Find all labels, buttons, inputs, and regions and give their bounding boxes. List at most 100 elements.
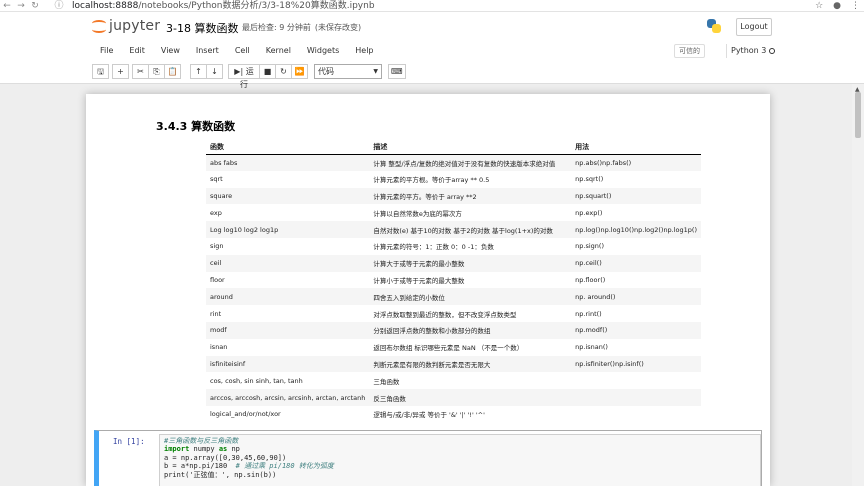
code-line-2-alias: np bbox=[227, 445, 240, 454]
kernel-indicator: Python 3 bbox=[726, 44, 779, 58]
cell-function: sign bbox=[210, 242, 224, 251]
table-row: isfiniteisinf 判断元素是有限的数判断元素是否无限大 np.isfini… bbox=[206, 355, 701, 373]
run-button[interactable]: ▶| 运行 bbox=[228, 64, 260, 89]
menu-view[interactable]: View bbox=[153, 42, 188, 60]
menu-insert[interactable]: Insert bbox=[188, 42, 227, 60]
table-row: abs fabs 计算 整型/浮点/复数的绝对值对于没有复数的快速版本求绝对值 np… bbox=[206, 154, 701, 171]
menu-kernel[interactable]: Kernel bbox=[258, 42, 299, 60]
address-bar[interactable]: localhost:8888/notebooks/Python数据分析/3/3-… bbox=[72, 0, 375, 12]
site-info-icon[interactable]: ⓘ bbox=[52, 0, 66, 12]
kernel-name: Python 3 bbox=[731, 46, 767, 55]
url-host: localhost:8888 bbox=[72, 1, 139, 11]
notebook-title[interactable]: 3-18 算数函数 bbox=[166, 20, 238, 36]
menu-help[interactable]: Help bbox=[347, 42, 381, 60]
account-icon[interactable]: ● bbox=[833, 1, 841, 11]
run-group: ▶| 运行 ■ ↻ ⏩ bbox=[228, 64, 308, 89]
cell-function: cos, cosh, sin sinh, tan, tanh bbox=[210, 376, 303, 385]
section-heading: 3.4.3 算数函数 bbox=[156, 120, 236, 133]
add-cell-icon[interactable]: + bbox=[112, 64, 129, 79]
code-editor[interactable]: #三角函数与反三角函数 import numpy as np a = np.ar… bbox=[159, 434, 761, 486]
table-row: isnan 返回布尔数组 标识哪些元素是 NaN （不是一个数） np.isnan(… bbox=[206, 339, 701, 356]
table-row: square 计算元素的平方。等价于 array **2 np.squart() bbox=[206, 187, 701, 205]
keyboard-icon[interactable]: ⌨ bbox=[388, 64, 406, 79]
paste-icon[interactable]: 📋 bbox=[164, 64, 181, 79]
code-as-kw: as bbox=[218, 445, 228, 454]
page-scrollbar[interactable]: ▲ bbox=[852, 84, 864, 486]
cell-description: 判断元素是有限的数判断元素是否无限大 bbox=[369, 355, 572, 373]
code-cell[interactable]: In [1]: #三角函数与反三角函数 import numpy as np a… bbox=[94, 430, 762, 486]
cell-function: square bbox=[206, 187, 370, 205]
cell-usage: np.modf() bbox=[571, 321, 701, 339]
cell-usage: np.exp() bbox=[575, 208, 603, 217]
cell-prompt: In [1]: bbox=[113, 437, 145, 446]
table-row: around 四舍五入到给定的小数位 np. around() bbox=[206, 288, 701, 306]
jupyter-logo[interactable]: jupyter bbox=[92, 18, 160, 34]
header-description: 描述 bbox=[369, 140, 572, 155]
cell-usage: np.rint() bbox=[575, 309, 602, 318]
cell-usage: np.sign() bbox=[575, 242, 604, 251]
jupyter-logo-text: jupyter bbox=[109, 18, 161, 34]
reload-icon[interactable]: ↻ bbox=[28, 0, 42, 12]
checkpoint-status: 最后检查: 9 分钟前 (未保存改变) bbox=[242, 22, 365, 33]
code-line-4-comment: # 通过乘 pi/180 转化为弧度 bbox=[235, 462, 334, 471]
insert-group: + bbox=[112, 64, 129, 79]
cell-type-value: 代码 bbox=[318, 67, 334, 76]
checkpoint-label: 最后检查: 9 分钟前 bbox=[242, 23, 311, 32]
kernel-idle-icon bbox=[769, 48, 776, 54]
cell-function: modf bbox=[206, 321, 370, 339]
scrollbar-thumb[interactable] bbox=[855, 92, 861, 138]
bookmark-star-icon[interactable]: ☆ bbox=[815, 1, 823, 11]
restart-icon[interactable]: ↻ bbox=[275, 64, 292, 79]
chevron-down-icon: ▼ bbox=[373, 68, 378, 75]
cell-usage: np. around() bbox=[571, 288, 701, 306]
cell-description: 计算以自然常数e为底的幂次方 bbox=[373, 209, 462, 218]
jupyter-logo-icon bbox=[92, 18, 106, 34]
code-line-3: a = np.array([0,30,45,60,90]) bbox=[164, 453, 287, 462]
unsaved-label: (未保存改变) bbox=[314, 23, 362, 32]
cell-usage bbox=[571, 389, 701, 406]
menu-cell[interactable]: Cell bbox=[227, 42, 258, 60]
table-row: ceil 计算大于或等于元素的最小整数 np.ceil() bbox=[206, 254, 701, 272]
restart-run-all-icon[interactable]: ⏩ bbox=[291, 64, 308, 79]
clipboard-group: ✂ ⎘ 📋 bbox=[132, 64, 181, 79]
cell-type-select[interactable]: 代码 ▼ bbox=[314, 64, 382, 79]
cut-icon[interactable]: ✂ bbox=[132, 64, 149, 79]
table-row: sqrt 计算元素的平方根。等价于array ** 0.5 np.sqrt() bbox=[206, 171, 701, 188]
cell-function: exp bbox=[210, 208, 222, 217]
move-up-icon[interactable]: ↑ bbox=[190, 64, 207, 79]
cell-function: arccos, arccosh, arcsin, arcsinh, arctan… bbox=[206, 389, 370, 406]
table-row: exp 计算以自然常数e为底的幂次方 np.exp() bbox=[206, 204, 701, 221]
cell-description: 计算 整型/浮点/复数的绝对值对于没有复数的快速版本求绝对值 bbox=[369, 154, 572, 171]
save-group: 🖫 bbox=[92, 64, 109, 79]
move-down-icon[interactable]: ↓ bbox=[206, 64, 223, 79]
back-icon[interactable]: ← bbox=[0, 0, 14, 12]
menu-edit[interactable]: Edit bbox=[121, 42, 153, 60]
cell-function: around bbox=[206, 288, 370, 306]
table-row: logical_and/or/not/xor 逻辑与/或/非/异或 等价于 '&'… bbox=[206, 406, 701, 423]
stop-icon[interactable]: ■ bbox=[259, 64, 276, 79]
move-group: ↑ ↓ bbox=[190, 64, 223, 79]
code-line-4: b = a*np.pi/180 bbox=[164, 462, 236, 471]
cell-usage: np.log()np.log10()np.log2()np.log1p() bbox=[571, 221, 701, 238]
code-import-kw: import bbox=[164, 445, 190, 454]
cell-description: 计算元素的符号：1：正数 0：0 -1：负数 bbox=[373, 243, 494, 252]
browser-menu-icon[interactable]: ⋮ bbox=[851, 1, 860, 11]
trusted-indicator[interactable]: 可信的 bbox=[674, 44, 705, 58]
copy-icon[interactable]: ⎘ bbox=[148, 64, 165, 79]
cell-usage: np.abs()np.fabs() bbox=[571, 154, 701, 171]
logout-button[interactable]: Logout bbox=[736, 18, 772, 36]
table-row: floor 计算小于或等于元素的最大整数 np.floor() bbox=[206, 272, 701, 289]
cell-function: floor bbox=[210, 275, 225, 284]
table-row: rint 对浮点数取整到最近的整数，但不改变浮点数类型 np.rint() bbox=[206, 305, 701, 322]
save-icon[interactable]: 🖫 bbox=[92, 64, 109, 79]
cell-function: abs fabs bbox=[206, 154, 370, 171]
cell-function: sqrt bbox=[210, 175, 223, 184]
menu-file[interactable]: File bbox=[92, 42, 121, 60]
menu-widgets[interactable]: Widgets bbox=[299, 42, 347, 60]
cell-usage: np.squart() bbox=[571, 187, 701, 205]
cell-function: Log log10 log2 log1p bbox=[206, 221, 370, 238]
forward-icon[interactable]: → bbox=[14, 0, 28, 12]
keyboard-group: ⌨ bbox=[388, 64, 406, 79]
table-row: cos, cosh, sin sinh, tan, tanh 三角函数 bbox=[206, 372, 701, 389]
cell-function: isnan bbox=[210, 343, 228, 352]
